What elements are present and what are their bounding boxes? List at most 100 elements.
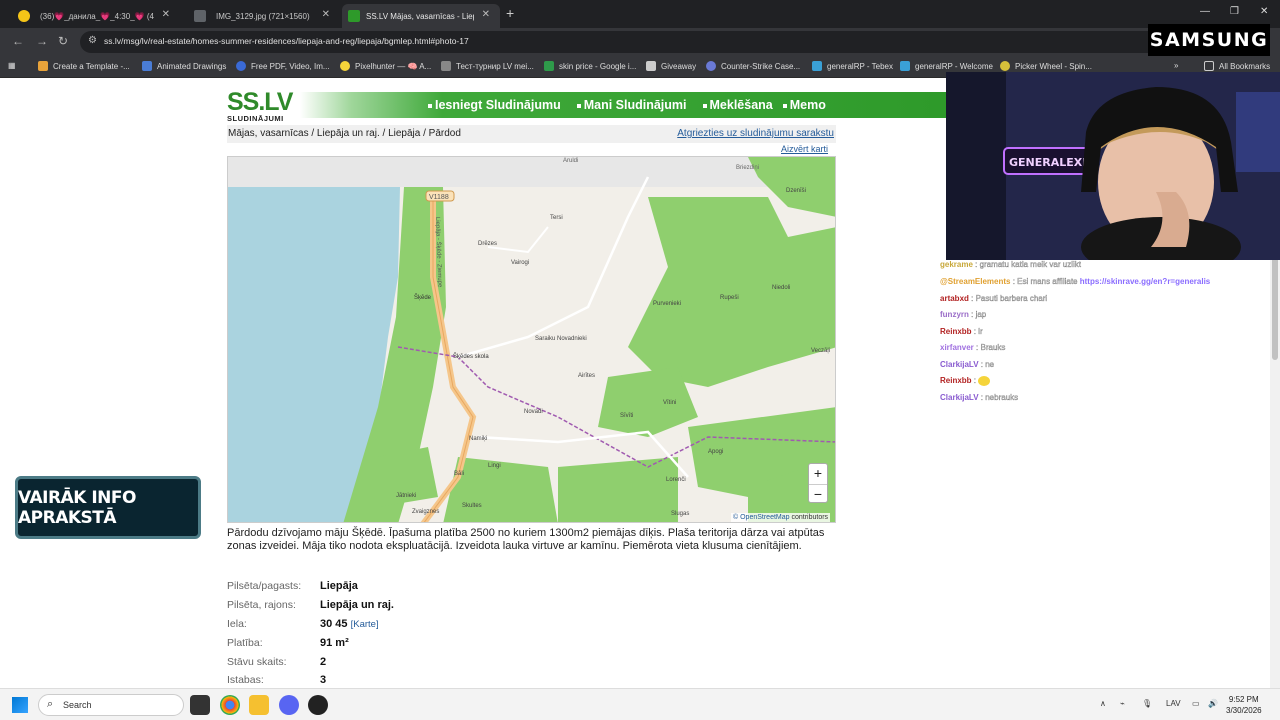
close-icon[interactable]: ✕: [162, 9, 170, 20]
svg-text:Apogi: Apogi: [708, 449, 723, 455]
tab-label: (36)💗_данила_💗_4:30_💗 (4: [40, 11, 154, 21]
more-bookmarks-icon[interactable]: »: [1174, 61, 1178, 70]
svg-text:Aruldi: Aruldi: [563, 158, 578, 164]
reload-icon[interactable]: ↻: [58, 34, 68, 48]
emote-icon: [978, 376, 991, 386]
tab-label: IMG_3129.jpg (721×1560): [216, 11, 310, 21]
new-tab-icon[interactable]: +: [506, 5, 514, 21]
bookmark-item[interactable]: Counter-Strike Case...: [706, 61, 800, 71]
sslv-favicon-icon: [348, 10, 360, 22]
svg-text:Vairogi: Vairogi: [511, 260, 529, 266]
maximize-icon[interactable]: ❐: [1230, 6, 1239, 17]
chat-message: Reinxbb :: [940, 376, 991, 386]
svg-text:Šķēde: Šķēde: [414, 294, 432, 301]
tab-sslv[interactable]: SS.LV Mājas, vasarnīcas - Liepāj ✕: [342, 4, 500, 28]
close-icon[interactable]: ✕: [482, 9, 490, 20]
browser-tab-bar: (36)💗_данила_💗_4:30_💗 (4 ✕ IMG_3129.jpg …: [0, 0, 1280, 28]
zoom-in-button[interactable]: +: [809, 464, 827, 484]
tab-stream[interactable]: (36)💗_данила_💗_4:30_💗 (4 ✕: [4, 4, 180, 28]
taskbar-search[interactable]: ⌕ Search: [38, 694, 184, 716]
window-close-icon[interactable]: ✕: [1260, 6, 1268, 17]
chat-message: xirfanver : Brauks: [940, 343, 1006, 352]
property-row: Platība: 91 m²: [227, 637, 349, 649]
svg-text:Lorenči: Lorenči: [666, 477, 686, 483]
address-bar-row: ← → ↻ ⚙ ss.lv/msg/lv/real-estate/homes-s…: [0, 28, 1280, 56]
close-map-link[interactable]: Aizvērt karti: [781, 144, 828, 154]
tab-image[interactable]: IMG_3129.jpg (721×1560) ✕: [180, 4, 340, 28]
apps-icon[interactable]: ▦: [8, 61, 16, 70]
svg-text:Purvenieki: Purvenieki: [653, 301, 681, 307]
bookmark-item[interactable]: Pixelhunter — 🧠 A...: [340, 61, 431, 71]
url-text: ss.lv/msg/lv/real-estate/homes-summer-re…: [104, 36, 469, 46]
volume-icon[interactable]: 🔊: [1208, 699, 1218, 708]
search-icon: ⌕: [47, 698, 54, 710]
forward-icon[interactable]: →: [36, 34, 48, 48]
more-info-overlay: VAIRĀK INFO APRAKSTĀ: [15, 476, 201, 539]
property-row: Pilsēta, rajons: Liepāja un raj.: [227, 599, 394, 611]
svg-text:Zvaigznes: Zvaigznes: [412, 509, 439, 515]
property-row: Stāvu skaits: 2: [227, 656, 327, 668]
svg-text:Dzenīši: Dzenīši: [786, 188, 806, 194]
nav-submit-ad[interactable]: Iesniegt Sludinājumu: [428, 98, 561, 112]
display-icon[interactable]: ▭: [1192, 699, 1200, 708]
network-icon[interactable]: ⌁: [1120, 699, 1125, 708]
svg-text:Drēzes: Drēzes: [478, 241, 497, 247]
microphone-icon[interactable]: 🎙: [1142, 699, 1152, 708]
file-explorer-icon[interactable]: [249, 695, 269, 715]
svg-text:Briezdiņi: Briezdiņi: [736, 165, 759, 171]
bookmark-item[interactable]: Create a Template -...: [38, 61, 130, 71]
discord-icon[interactable]: [279, 695, 299, 715]
chat-message: @StreamElements : Esi mans affiliate htt…: [940, 277, 1211, 286]
svg-text:Novadi: Novadi: [524, 409, 543, 415]
bookmark-item[interactable]: Тест-турнир LV mei...: [441, 61, 534, 71]
svg-text:GENERALEXE: GENERALEXE: [1009, 156, 1090, 169]
zoom-out-button[interactable]: −: [809, 484, 827, 504]
property-row: Istabas: 3: [227, 674, 327, 686]
chrome-icon[interactable]: [220, 695, 240, 715]
svg-text:Rupeši: Rupeši: [720, 295, 739, 301]
chat-message: ClarkijaLV : ne: [940, 360, 995, 369]
language-indicator[interactable]: LAV: [1166, 699, 1181, 708]
sslv-logo[interactable]: SS.LV SLUDINĀJUMI: [227, 90, 293, 124]
property-row: Pilsēta/pagasts: Liepāja: [227, 580, 358, 592]
windows-start-icon[interactable]: [12, 697, 28, 713]
svg-text:Tersi: Tersi: [550, 215, 563, 221]
chat-message: Reinxbb : lr: [940, 327, 983, 336]
back-icon[interactable]: ←: [12, 34, 24, 48]
svg-text:Saraiku Novadnieki: Saraiku Novadnieki: [535, 336, 587, 342]
tab-label: SS.LV Mājas, vasarnīcas - Liepāj: [366, 11, 474, 21]
nav-my-ads[interactable]: Mani Sludinājumi: [576, 98, 687, 112]
bookmark-item[interactable]: Picker Wheel - Spin...: [1000, 61, 1092, 71]
close-icon[interactable]: ✕: [322, 9, 330, 20]
bookmark-item[interactable]: Giveaway: [646, 61, 696, 71]
bookmark-item[interactable]: generalRP - Welcome: [900, 61, 993, 71]
bookmark-item[interactable]: generalRP - Tebex: [812, 61, 893, 71]
image-favicon-icon: [194, 10, 206, 22]
task-view-icon[interactable]: [190, 695, 210, 715]
bookmark-item[interactable]: Free PDF, Video, Im...: [236, 61, 330, 71]
tray-chevron-icon[interactable]: ∧: [1100, 699, 1106, 708]
osm-map[interactable]: V1188 Aruldi Briezdiņi Dzenīši Tersi Drē…: [227, 156, 836, 523]
bookmark-item[interactable]: Animated Drawings: [142, 61, 226, 71]
site-info-icon[interactable]: ⚙: [88, 35, 97, 46]
nav-memo[interactable]: Memo: [782, 98, 826, 112]
nav-search[interactable]: Meklēšana: [702, 98, 773, 112]
back-to-list-link[interactable]: Atgriezties uz sludinājumu sarakstu: [677, 128, 834, 139]
svg-text:Sīvīti: Sīvīti: [620, 413, 633, 419]
chat-message: artabxd : Pasuti barbera chari: [940, 294, 1048, 303]
svg-text:Skultes: Skultes: [462, 503, 482, 509]
osm-link[interactable]: © OpenStreetMap: [733, 514, 790, 521]
bookmark-item[interactable]: skin price - Google i...: [544, 61, 636, 71]
svg-text:Lingi: Lingi: [488, 463, 501, 469]
taskbar-clock[interactable]: 9:52 PM 3/30/2026: [1226, 694, 1262, 716]
svg-text:Slugas: Slugas: [671, 511, 689, 517]
map-graphic: V1188 Aruldi Briezdiņi Dzenīši Tersi Drē…: [228, 157, 835, 522]
url-field[interactable]: ⚙ ss.lv/msg/lv/real-estate/homes-summer-…: [80, 31, 1160, 53]
all-bookmarks[interactable]: All Bookmarks: [1204, 61, 1270, 71]
map-link[interactable]: [Karte]: [351, 619, 379, 630]
svg-text:Namiķi: Namiķi: [469, 436, 487, 442]
streamer-webcam: GENERALEXE: [946, 72, 1280, 260]
minimize-icon[interactable]: —: [1200, 6, 1210, 17]
chat-message: gekrame : gramatu katla meik var uzlikt: [940, 260, 1081, 269]
obs-icon[interactable]: [308, 695, 328, 715]
